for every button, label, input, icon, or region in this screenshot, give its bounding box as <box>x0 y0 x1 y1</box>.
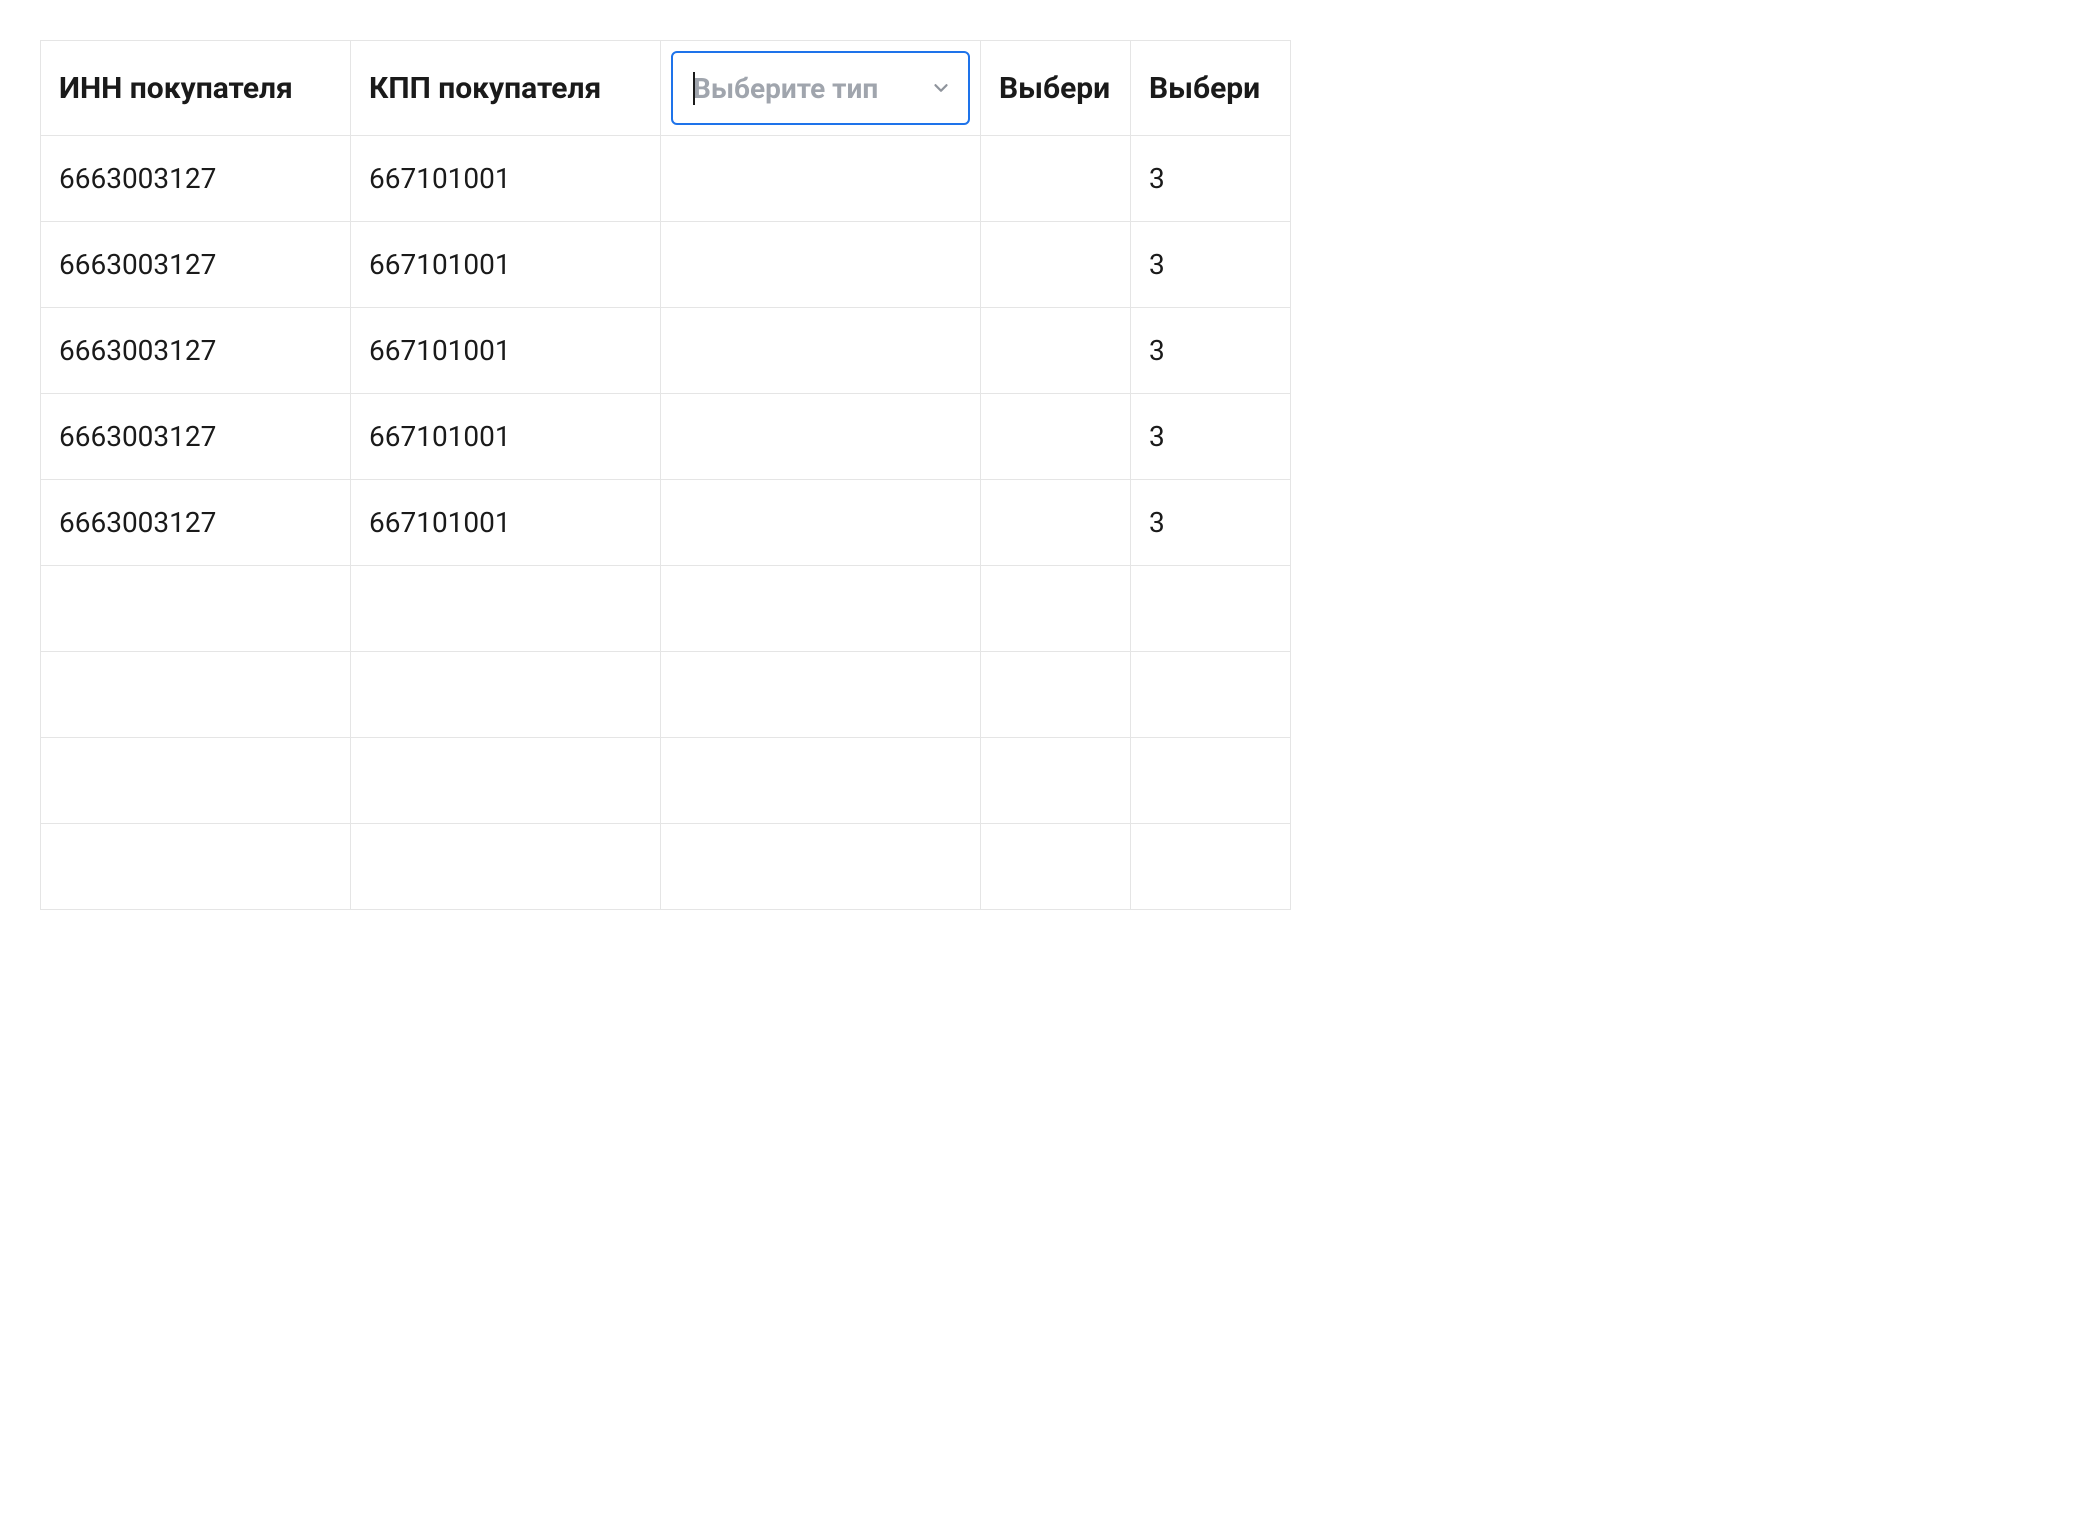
table-row <box>41 738 1291 824</box>
cell-kpp <box>351 566 661 652</box>
cell-col4 <box>981 566 1131 652</box>
cell-kpp <box>351 738 661 824</box>
cell-inn: 6663003127 <box>41 480 351 566</box>
cell-inn <box>41 738 351 824</box>
table-row <box>41 824 1291 910</box>
cell-kpp: 667101001 <box>351 480 661 566</box>
cell-col5: 3 <box>1131 480 1291 566</box>
data-table: ИНН покупателя КПП покупателя Выберите т… <box>40 40 1291 910</box>
chevron-down-icon <box>930 77 952 99</box>
cell-col5 <box>1131 738 1291 824</box>
cell-col5 <box>1131 652 1291 738</box>
select-placeholder: Выберите тип <box>693 72 922 105</box>
cell-col4 <box>981 824 1131 910</box>
column-type-select[interactable]: Выберите тип <box>671 51 970 125</box>
cell-kpp <box>351 652 661 738</box>
cell-inn: 6663003127 <box>41 222 351 308</box>
cell-kpp: 667101001 <box>351 222 661 308</box>
cell-col3 <box>661 136 981 222</box>
cell-inn <box>41 566 351 652</box>
cell-col5: 3 <box>1131 394 1291 480</box>
cell-inn: 6663003127 <box>41 394 351 480</box>
cell-col4 <box>981 222 1131 308</box>
cell-col4 <box>981 136 1131 222</box>
table-row: 6663003127 667101001 3 <box>41 480 1291 566</box>
cell-inn <box>41 824 351 910</box>
header-inn[interactable]: ИНН покупателя <box>41 41 351 136</box>
header-kpp[interactable]: КПП покупателя <box>351 41 661 136</box>
cell-inn: 6663003127 <box>41 136 351 222</box>
cell-col4 <box>981 652 1131 738</box>
cell-kpp: 667101001 <box>351 394 661 480</box>
cell-col3 <box>661 308 981 394</box>
cell-col4 <box>981 394 1131 480</box>
cell-col4 <box>981 308 1131 394</box>
cell-col3 <box>661 222 981 308</box>
table-row <box>41 566 1291 652</box>
cell-col5 <box>1131 824 1291 910</box>
cell-col5: 3 <box>1131 222 1291 308</box>
header-col5[interactable]: Выбери <box>1131 41 1291 136</box>
cell-col3 <box>661 652 981 738</box>
cell-col3 <box>661 480 981 566</box>
table-row <box>41 652 1291 738</box>
cell-col5: 3 <box>1131 308 1291 394</box>
cell-col4 <box>981 480 1131 566</box>
cell-inn <box>41 652 351 738</box>
header-col4[interactable]: Выбери <box>981 41 1131 136</box>
text-cursor <box>693 72 695 105</box>
cell-kpp: 667101001 <box>351 136 661 222</box>
cell-col5 <box>1131 566 1291 652</box>
header-select-type: Выберите тип ИНН покупател <box>661 41 981 136</box>
cell-inn: 6663003127 <box>41 308 351 394</box>
table-row: 6663003127 667101001 3 <box>41 308 1291 394</box>
table-row: 6663003127 667101001 3 <box>41 222 1291 308</box>
cell-col3 <box>661 566 981 652</box>
cell-col3 <box>661 738 981 824</box>
cell-col3 <box>661 394 981 480</box>
cell-kpp <box>351 824 661 910</box>
cell-col4 <box>981 738 1131 824</box>
cell-kpp: 667101001 <box>351 308 661 394</box>
cell-col5: 3 <box>1131 136 1291 222</box>
cell-col3 <box>661 824 981 910</box>
table-row: 6663003127 667101001 3 <box>41 136 1291 222</box>
table-row: 6663003127 667101001 3 <box>41 394 1291 480</box>
